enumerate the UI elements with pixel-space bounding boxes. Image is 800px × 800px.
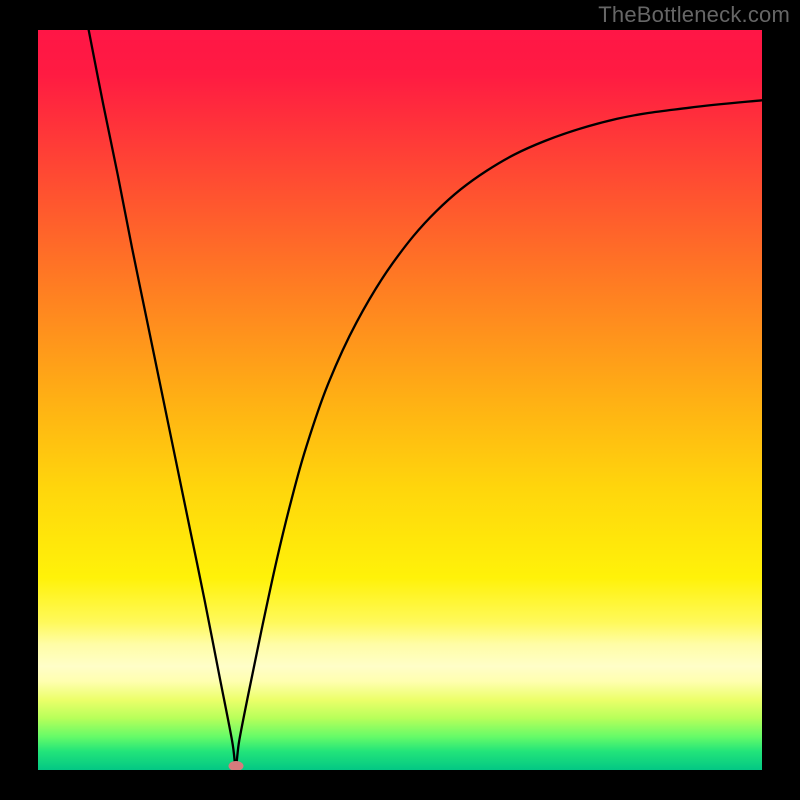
chart-frame: TheBottleneck.com [0,0,800,800]
watermark-text: TheBottleneck.com [598,2,790,28]
bottleneck-curve [38,30,762,770]
curve-minimum-marker [228,761,243,770]
plot-area [38,30,762,770]
